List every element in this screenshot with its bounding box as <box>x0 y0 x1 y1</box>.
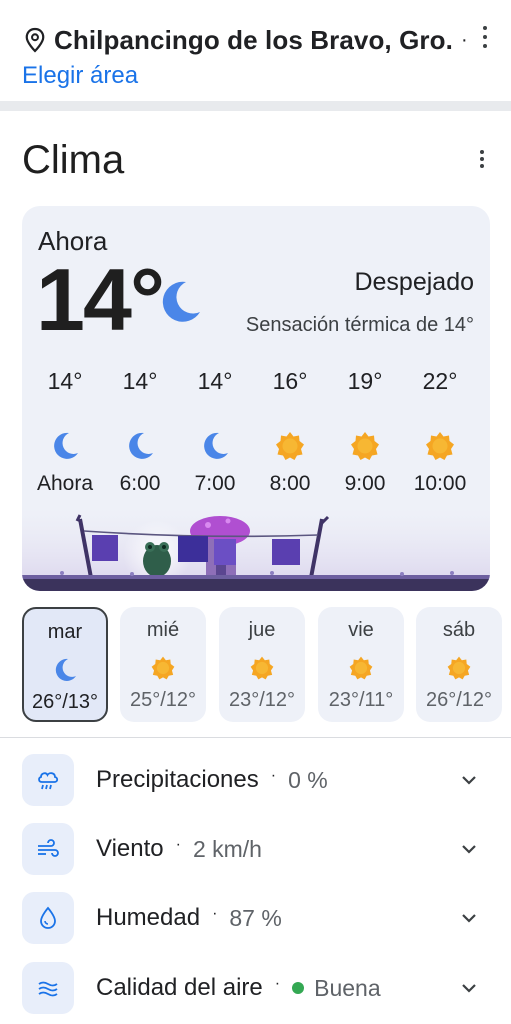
detail-value: Buena <box>314 974 381 1001</box>
precipitation-row[interactable]: Precipitaciones · 0 % <box>22 754 492 806</box>
daily-forecast: mar 26°/13° mié 25°/12° jue 23°/12° vie … <box>22 607 511 723</box>
detail-separator: · <box>270 767 277 784</box>
hourly-item: 16° 8:00 <box>253 366 327 496</box>
day-temp-range: 25°/12° <box>129 689 197 711</box>
sun-icon <box>276 432 304 460</box>
day-temp-range: 26°/13° <box>31 691 99 713</box>
day-card-mie[interactable]: mié 25°/12° <box>120 607 206 722</box>
section-divider <box>0 101 511 111</box>
detail-value: 87 % <box>229 904 282 931</box>
divider <box>0 737 511 738</box>
detail-separator: · <box>175 836 181 853</box>
air-quality-status-dot <box>292 982 305 994</box>
choose-area-link[interactable]: Elegir área <box>22 62 138 90</box>
water-drop-icon <box>22 892 74 944</box>
sun-icon <box>351 432 379 460</box>
night-scene-illustration <box>22 509 490 591</box>
day-temp-range: 26°/12° <box>425 689 493 711</box>
day-card-sab[interactable]: sáb 26°/12° <box>416 607 502 722</box>
day-temp-range: 23°/12° <box>228 689 296 711</box>
feels-like: Sensación térmica de 14° <box>245 314 474 336</box>
detail-label: Precipitaciones <box>96 766 259 793</box>
day-card-mar[interactable]: mar 26°/13° <box>22 607 108 722</box>
hourly-item: 22° 10:00 <box>403 366 477 496</box>
moon-icon <box>204 432 228 459</box>
hourly-item: 19° 9:00 <box>328 366 402 496</box>
hourly-item: 14° Ahora <box>28 366 102 496</box>
moon-icon <box>162 281 200 322</box>
day-card-jue[interactable]: jue 23°/12° <box>219 607 305 722</box>
hourly-temp: 19° <box>347 368 383 394</box>
day-temp-range: 23°/11° <box>328 689 394 711</box>
location-row[interactable]: Chilpancingo de los Bravo, Gro. · <box>24 22 495 58</box>
hourly-temp: 16° <box>272 368 308 394</box>
detail-value: 0 % <box>288 766 328 793</box>
wind-icon <box>22 823 74 875</box>
detail-value: 2 km/h <box>192 835 262 862</box>
location-separator: · <box>460 28 468 51</box>
air-quality-icon <box>22 962 74 1014</box>
sun-icon <box>349 656 373 680</box>
current-weather-card[interactable]: Ahora 14° Despejado Sensación térmica de… <box>22 206 490 591</box>
hourly-time: Ahora <box>36 472 94 495</box>
day-name: vie <box>348 619 374 641</box>
chevron-down-icon[interactable] <box>460 771 478 789</box>
hourly-time: 6:00 <box>119 472 161 495</box>
day-card-vie[interactable]: vie 23°/11° <box>318 607 404 722</box>
sun-icon <box>151 656 175 680</box>
air-quality-row[interactable]: Calidad del aire · Buena <box>22 962 492 1014</box>
sun-icon <box>426 432 454 460</box>
moon-icon <box>54 432 78 459</box>
hourly-temp: 22° <box>422 368 458 394</box>
moon-icon <box>55 658 76 681</box>
location-name[interactable]: Chilpancingo de los Bravo, Gro. <box>54 25 453 56</box>
detail-label: Humedad <box>96 904 201 931</box>
location-more-options-icon[interactable] <box>477 24 493 50</box>
detail-label: Viento <box>96 835 164 862</box>
detail-separator: · <box>212 905 218 922</box>
wind-row[interactable]: Viento · 2 km/h <box>22 823 492 875</box>
day-name: jue <box>248 619 276 641</box>
hourly-time: 10:00 <box>413 472 467 495</box>
current-temperature: 14° <box>36 250 165 349</box>
hourly-forecast[interactable]: 14° Ahora 14° 6:00 14° 7:00 16° 8:00 19°… <box>28 366 488 506</box>
humidity-row[interactable]: Humedad · 87 % <box>22 892 492 944</box>
sun-icon <box>447 656 471 680</box>
location-pin-icon <box>25 27 45 53</box>
day-name: mar <box>47 621 83 643</box>
chevron-down-icon[interactable] <box>460 909 478 927</box>
day-name: mié <box>146 619 180 641</box>
moon-icon <box>129 432 153 459</box>
hourly-item: 14° 7:00 <box>178 366 252 496</box>
day-name: sáb <box>442 619 476 641</box>
hourly-temp: 14° <box>47 368 83 394</box>
hourly-time: 9:00 <box>344 472 386 495</box>
hourly-temp: 14° <box>197 368 233 394</box>
sun-icon <box>250 656 274 680</box>
weather-condition: Despejado <box>354 268 474 296</box>
hourly-time: 7:00 <box>194 472 236 495</box>
chevron-down-icon[interactable] <box>460 979 478 997</box>
detail-separator: · <box>274 975 281 992</box>
detail-label: Calidad del aire <box>96 974 263 1001</box>
rain-cloud-icon <box>22 754 74 806</box>
location-header: Chilpancingo de los Bravo, Gro. · Elegir… <box>0 0 511 102</box>
section-title: Clima <box>22 138 125 182</box>
hourly-item: 14° 6:00 <box>103 366 177 496</box>
hourly-time: 8:00 <box>269 472 311 495</box>
weather-more-options-icon[interactable] <box>475 148 489 170</box>
chevron-down-icon[interactable] <box>460 840 478 858</box>
hourly-temp: 14° <box>122 368 158 394</box>
